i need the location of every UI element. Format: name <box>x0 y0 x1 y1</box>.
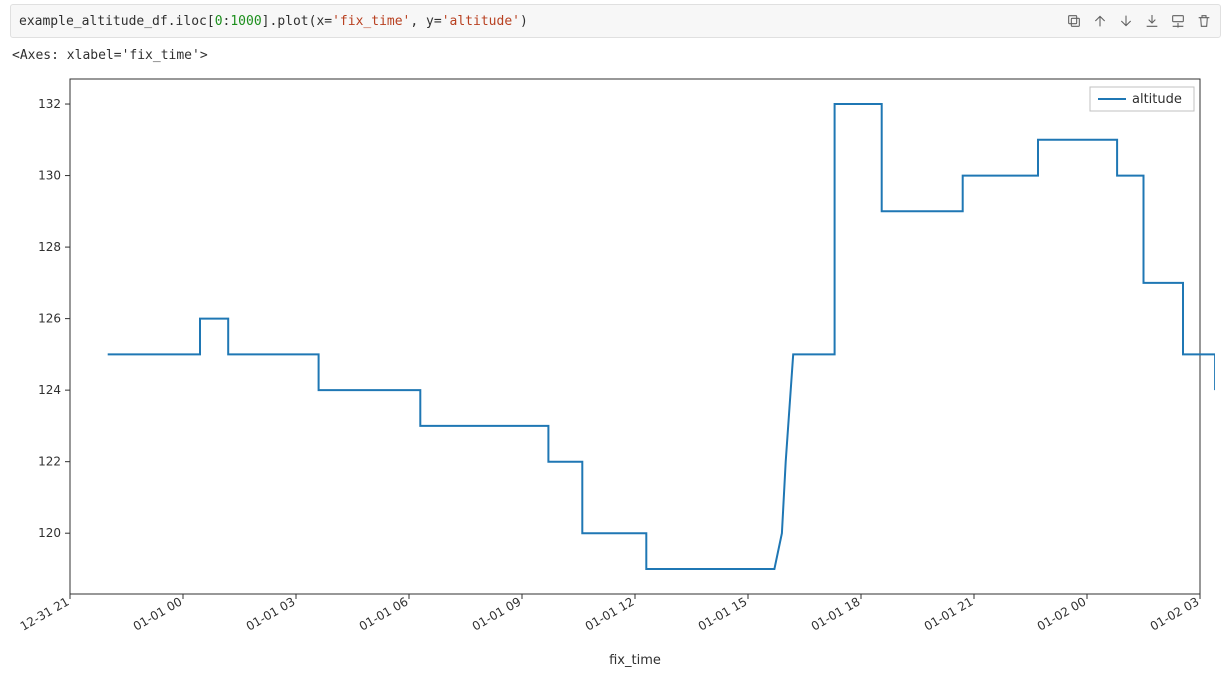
code-token: 'fix_time' <box>332 14 410 29</box>
code-token: ) <box>520 14 528 29</box>
chart-figure: 120 122 124 126 128 130 132 12-31 21 01-01 00 01… <box>10 69 1215 669</box>
code-token: . <box>168 14 176 29</box>
altitude-series-line <box>108 104 1215 569</box>
x-tick-label: 12-31 21 <box>18 594 72 633</box>
code-token: [ <box>207 14 215 29</box>
output-repr: <Axes: xlabel='fix_time'> <box>10 38 1221 69</box>
copy-icon[interactable] <box>1066 13 1082 29</box>
plot-border <box>70 79 1200 594</box>
x-tick-label: 01-01 15 <box>696 594 750 633</box>
notebook-cell: example_altitude_df.iloc[0:1000].plot(x=… <box>0 0 1231 679</box>
y-axis: 120 122 124 126 128 130 132 <box>38 97 70 540</box>
y-tick-label: 130 <box>38 169 61 183</box>
code-token: , <box>410 14 426 29</box>
x-tick-label: 01-01 09 <box>470 594 524 633</box>
download-icon[interactable] <box>1144 13 1160 29</box>
x-axis-label: fix_time <box>609 653 661 668</box>
y-tick-label: 122 <box>38 455 61 469</box>
code-input[interactable]: example_altitude_df.iloc[0:1000].plot(x=… <box>19 14 1066 29</box>
x-axis: 12-31 21 01-01 00 01-01 03 01-01 06 01-01 09… <box>18 594 1202 634</box>
code-token: = <box>434 14 442 29</box>
y-tick-label: 124 <box>38 383 61 397</box>
code-token: iloc <box>176 14 207 29</box>
x-tick-label: 01-01 06 <box>357 594 411 633</box>
code-token: = <box>324 14 332 29</box>
chart-svg: 120 122 124 126 128 130 132 12-31 21 01-01 00 01… <box>10 69 1215 669</box>
x-tick-label: 01-02 03 <box>1148 594 1202 633</box>
x-tick-label: 01-01 00 <box>131 594 185 633</box>
y-tick-label: 128 <box>38 240 61 254</box>
x-tick-label: 01-01 03 <box>244 594 298 633</box>
cell-toolbar <box>1066 13 1212 29</box>
x-tick-label: 01-02 00 <box>1035 594 1089 633</box>
y-tick-label: 120 <box>38 526 61 540</box>
move-up-icon[interactable] <box>1092 13 1108 29</box>
legend-label: altitude <box>1132 92 1182 107</box>
code-token: y <box>426 14 434 29</box>
y-tick-label: 126 <box>38 312 61 326</box>
code-token: example_altitude_df <box>19 14 168 29</box>
insert-below-icon[interactable] <box>1170 13 1186 29</box>
y-tick-label: 132 <box>38 97 61 111</box>
code-token: 0 <box>215 14 223 29</box>
plot-area <box>70 79 1200 594</box>
x-tick-label: 01-01 21 <box>922 594 976 633</box>
code-token: 'altitude' <box>442 14 520 29</box>
x-tick-label: 01-01 18 <box>809 594 863 633</box>
code-input-row: example_altitude_df.iloc[0:1000].plot(x=… <box>10 4 1221 38</box>
x-tick-label: 01-01 12 <box>583 594 637 633</box>
code-token: 1000 <box>230 14 261 29</box>
move-down-icon[interactable] <box>1118 13 1134 29</box>
legend: altitude <box>1090 87 1194 111</box>
code-token: ]. <box>262 14 278 29</box>
code-token: plot <box>277 14 308 29</box>
delete-icon[interactable] <box>1196 13 1212 29</box>
